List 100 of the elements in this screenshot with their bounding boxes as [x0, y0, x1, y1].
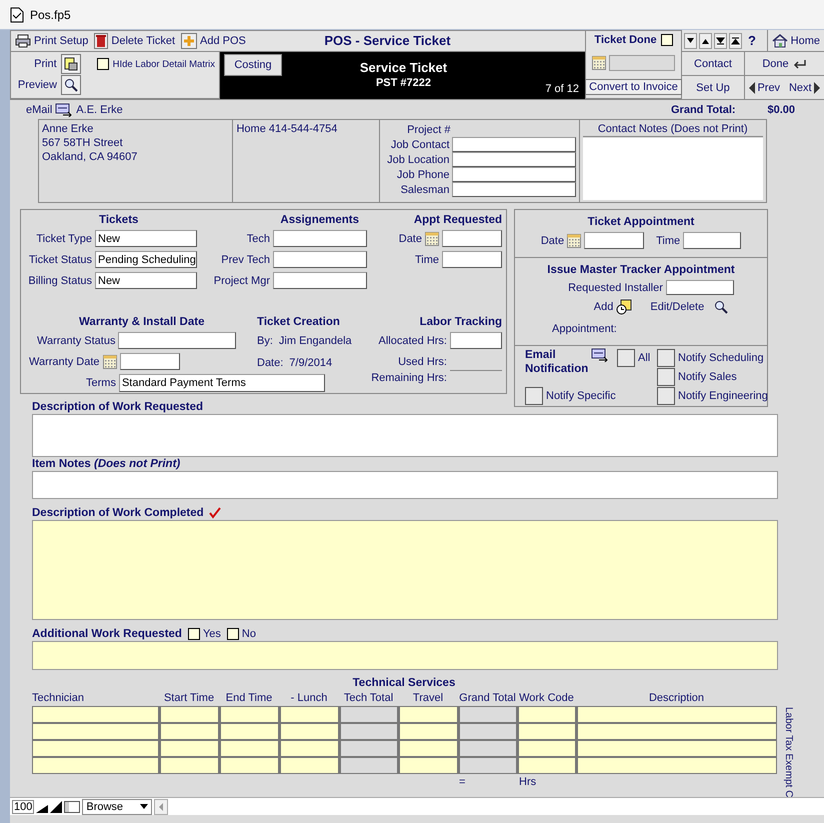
column-header: Work Code: [518, 691, 575, 706]
table-cell[interactable]: [398, 757, 458, 774]
toolbar-button[interactable]: Delete Ticket: [92, 32, 178, 49]
checkbox[interactable]: [226, 628, 239, 640]
checkbox[interactable]: [657, 348, 675, 366]
table-cell: [339, 740, 398, 757]
checkbox[interactable]: [657, 368, 675, 386]
preview-button[interactable]: [61, 75, 81, 96]
table-cell[interactable]: [159, 757, 219, 774]
text-field[interactable]: [450, 332, 502, 349]
text-field[interactable]: New: [95, 230, 197, 247]
table-cell[interactable]: [32, 740, 159, 757]
text-field[interactable]: [120, 353, 180, 370]
table-cell[interactable]: [279, 723, 339, 740]
scroll-left-button[interactable]: [154, 798, 168, 814]
table-cell[interactable]: [219, 740, 279, 757]
table-cell[interactable]: [219, 723, 279, 740]
text-field[interactable]: [584, 232, 644, 249]
table-cell[interactable]: [219, 706, 279, 723]
table-cell[interactable]: [159, 740, 219, 757]
table-cell[interactable]: [159, 723, 219, 740]
notes-field[interactable]: [582, 138, 763, 200]
creator-name: Jim Engandela: [278, 335, 352, 347]
text-field[interactable]: [118, 332, 236, 349]
search-button[interactable]: [714, 300, 728, 314]
table-cell[interactable]: [517, 757, 576, 774]
right-triangle-icon: [814, 82, 820, 94]
table-cell[interactable]: [159, 706, 219, 723]
contact-button[interactable]: Contact: [682, 52, 745, 76]
checkbox[interactable]: [188, 628, 200, 640]
checkbox[interactable]: [525, 386, 543, 404]
text-field[interactable]: [683, 232, 742, 249]
table-cell[interactable]: [279, 740, 339, 757]
table-cell[interactable]: [32, 757, 159, 774]
field-label: Warranty Date: [29, 356, 100, 368]
text-field[interactable]: Pending Scheduling: [95, 251, 197, 268]
text-area[interactable]: [32, 520, 778, 620]
arrow-button[interactable]: [699, 32, 712, 48]
column-header: Description: [648, 691, 706, 706]
text-field[interactable]: [442, 230, 502, 247]
table-cell[interactable]: [576, 757, 777, 774]
table-cell[interactable]: [517, 706, 576, 723]
email-icon: [55, 102, 74, 116]
next-button[interactable]: Next: [784, 76, 824, 99]
table-cell[interactable]: [32, 706, 159, 723]
table-cell[interactable]: [576, 740, 777, 757]
help-button[interactable]: ?: [744, 32, 760, 50]
text-field[interactable]: [273, 272, 367, 289]
text-field[interactable]: [273, 251, 367, 268]
checkbox-label: Notify Engineering: [678, 390, 768, 402]
ticket-number: PST #7222: [376, 76, 432, 89]
side-note: Labor Tax Exempt C: [783, 707, 794, 797]
table-cell: [458, 706, 517, 723]
convert-button[interactable]: Convert to Invoice: [585, 79, 682, 95]
print-document-icon: [64, 57, 78, 72]
arrow-button[interactable]: [714, 32, 727, 48]
text-field[interactable]: [273, 230, 367, 247]
print-button[interactable]: [60, 54, 81, 74]
text-field[interactable]: [452, 182, 576, 197]
table-cell[interactable]: [517, 740, 576, 757]
text-area[interactable]: [32, 471, 778, 499]
text-area[interactable]: [32, 414, 778, 457]
text-field[interactable]: [452, 152, 576, 167]
table-cell[interactable]: [576, 706, 777, 723]
date-field[interactable]: [609, 54, 675, 70]
table-cell[interactable]: [576, 723, 777, 740]
costing-tab[interactable]: Costing: [224, 54, 282, 76]
checkbox[interactable]: [660, 34, 673, 46]
text-field[interactable]: [452, 137, 576, 152]
column-header: Travel: [412, 691, 444, 706]
table-cell[interactable]: [517, 723, 576, 740]
text-field[interactable]: Standard Payment Terms: [118, 374, 325, 392]
arrow-button[interactable]: [729, 32, 742, 48]
table-cell[interactable]: [398, 723, 458, 740]
mode-dropdown[interactable]: Browse: [82, 798, 152, 814]
setup-button[interactable]: Set Up: [682, 76, 745, 100]
checkbox[interactable]: [96, 58, 109, 70]
text-field[interactable]: [452, 167, 576, 182]
table-cell[interactable]: [219, 757, 279, 774]
done-button[interactable]: Done: [745, 52, 824, 76]
contact-name: A.E. Erke: [76, 104, 123, 116]
text-field[interactable]: New: [95, 272, 197, 289]
home-button[interactable]: Home: [766, 30, 824, 51]
text-field[interactable]: [666, 280, 734, 295]
table-cell[interactable]: [32, 723, 159, 740]
checkbox[interactable]: [657, 386, 675, 404]
table-cell[interactable]: [398, 706, 458, 723]
arrow-button[interactable]: [684, 32, 697, 48]
table-cell[interactable]: [279, 706, 339, 723]
table-cell[interactable]: [398, 740, 458, 757]
table-cell[interactable]: [279, 757, 339, 774]
section-heading: Ticket Appointment: [588, 216, 694, 228]
toolbar-button[interactable]: Add POS: [179, 32, 248, 49]
text-field[interactable]: [442, 251, 502, 268]
prev-button[interactable]: Prev: [745, 76, 784, 99]
email-label: eMail: [26, 104, 52, 116]
section-heading: Ticket Creation: [257, 316, 341, 328]
toolbar-button[interactable]: Print Setup: [13, 34, 90, 48]
add-appointment-button[interactable]: [616, 299, 632, 315]
checkbox[interactable]: [617, 348, 635, 366]
